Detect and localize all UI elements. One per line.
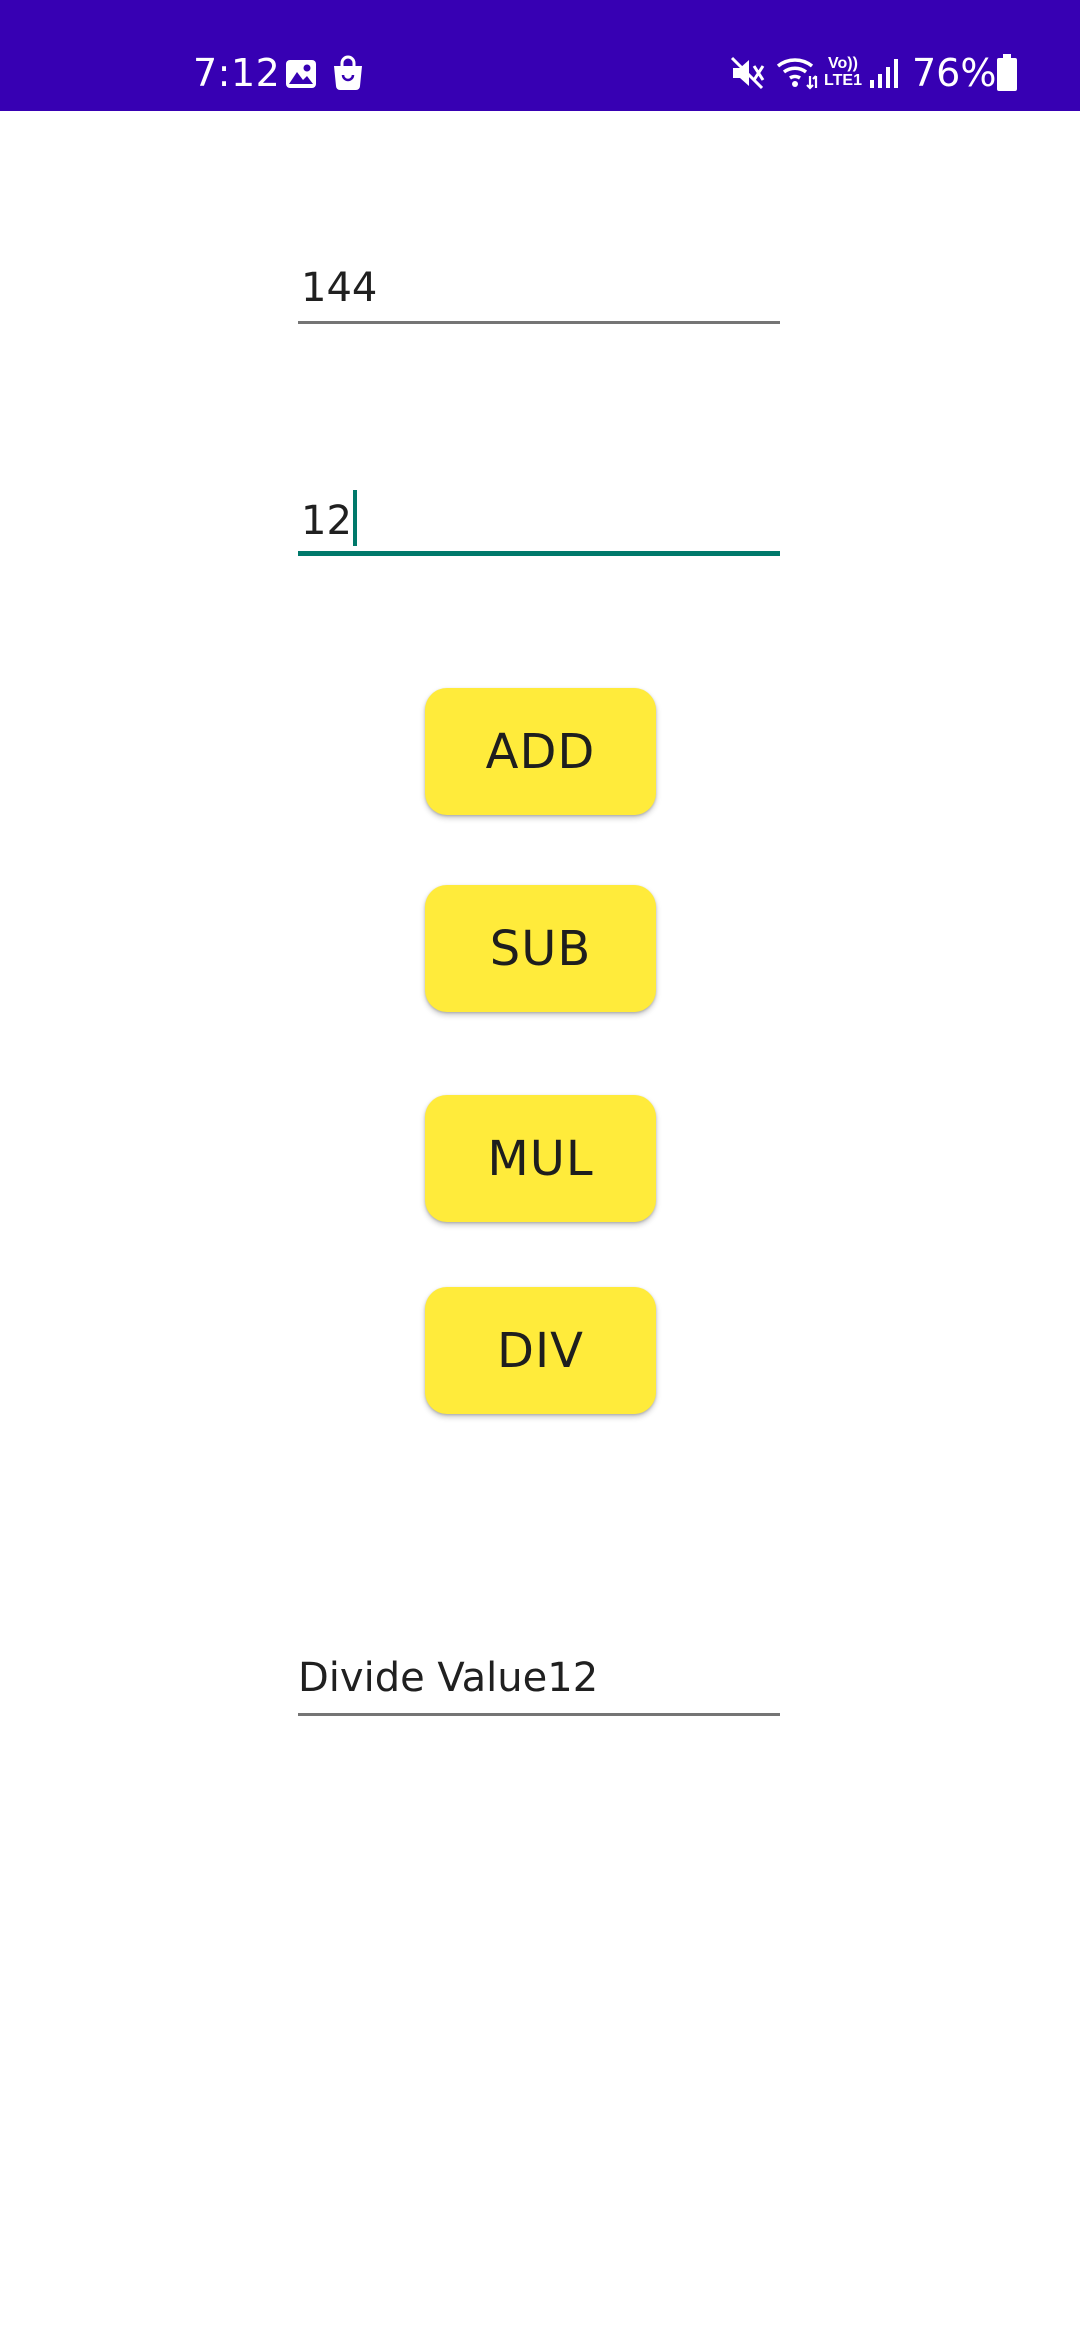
result-field: Divide Value12 (298, 1652, 780, 1716)
volte-icon: Vo)) LTE1 (824, 55, 862, 89)
mul-button[interactable]: MUL (425, 1095, 656, 1222)
second-number-underline (298, 551, 780, 556)
second-number-value: 12 (301, 498, 352, 544)
status-time: 7:12 (193, 51, 281, 95)
first-number-input[interactable]: 144 (298, 262, 780, 324)
battery-percent: 76% (912, 51, 997, 95)
status-bar: 7:12 Vo)) LTE1 76% (0, 0, 1080, 111)
mute-icon (730, 56, 765, 90)
signal-icon (870, 59, 898, 88)
wifi-icon (776, 58, 818, 90)
battery-icon (997, 54, 1017, 91)
second-number-input[interactable]: 12 (298, 490, 780, 556)
result-underline (298, 1713, 780, 1716)
first-number-underline (298, 321, 780, 324)
div-button[interactable]: DIV (425, 1287, 656, 1414)
sub-button[interactable]: SUB (425, 885, 656, 1012)
first-number-value: 144 (301, 265, 378, 311)
gallery-icon (286, 60, 316, 88)
add-button[interactable]: ADD (425, 688, 656, 815)
shopping-bag-icon (334, 55, 362, 90)
result-text: Divide Value12 (298, 1655, 599, 1701)
text-cursor (352, 490, 357, 546)
